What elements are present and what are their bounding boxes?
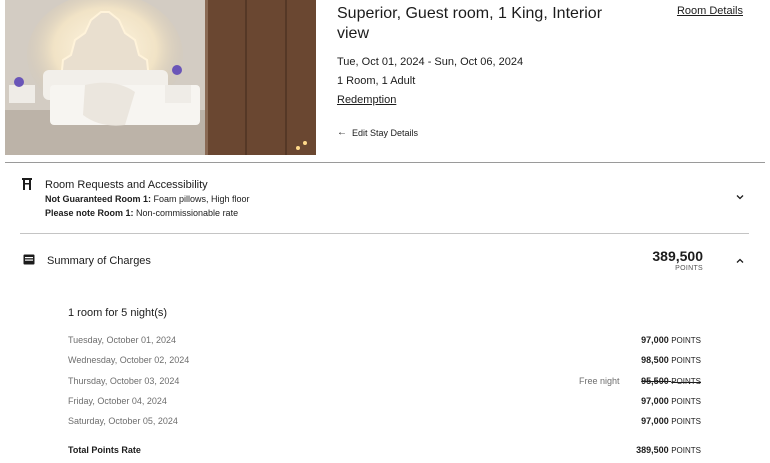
total-points: 389,500 xyxy=(652,248,703,264)
night-date: Thursday, October 03, 2024 xyxy=(68,376,180,386)
receipt-icon xyxy=(23,254,35,265)
night-points-value: 98,500 xyxy=(641,355,669,365)
night-points: 97,000 POINTS xyxy=(641,396,701,406)
night-points: 97,000 POINTS xyxy=(641,416,701,426)
night-points-unit: POINTS xyxy=(671,336,701,345)
night-points-value: 97,000 xyxy=(641,396,669,406)
total-points-rate-row: Total Points Rate 389,500 POINTS xyxy=(68,445,701,459)
edit-stay-details-link[interactable]: ← Edit Stay Details xyxy=(337,127,418,138)
night-row: Saturday, October 05, 2024 97,000 POINTS xyxy=(68,416,701,430)
night-points-unit: POINTS xyxy=(671,417,701,426)
room-details-link[interactable]: Room Details xyxy=(677,5,743,17)
free-night-note: Free night xyxy=(579,376,620,386)
night-date: Wednesday, October 02, 2024 xyxy=(68,355,190,365)
total-points-rate-unit: POINTS xyxy=(671,446,701,455)
room-summary-header: Superior, Guest room, 1 King, Interior v… xyxy=(0,0,770,162)
night-points-unit: POINTS xyxy=(671,397,701,406)
night-points-value: 97,000 xyxy=(641,416,669,426)
arrow-left-icon: ← xyxy=(337,127,347,138)
total-points-rate: 389,500 POINTS xyxy=(636,445,701,455)
night-points-unit: POINTS xyxy=(671,356,701,365)
not-guaranteed-value: Foam pillows, High floor xyxy=(151,194,250,204)
chevron-up-icon[interactable] xyxy=(735,256,745,266)
night-date: Tuesday, October 01, 2024 xyxy=(68,335,177,345)
accessibility-icon xyxy=(22,178,32,190)
not-guaranteed-label: Not Guaranteed Room 1: xyxy=(45,194,152,204)
room-requests-section[interactable]: Room Requests and Accessibility Not Guar… xyxy=(20,170,749,232)
rate-type-link[interactable]: Redemption xyxy=(337,94,396,106)
stay-dates: Tue, Oct 01, 2024 - Sun, Oct 06, 2024 xyxy=(337,56,524,68)
total-points-unit: POINTS xyxy=(675,265,703,272)
total-points-rate-value: 389,500 xyxy=(636,445,669,455)
room-guest-count: 1 Room, 1 Adult xyxy=(337,75,416,87)
room-photo xyxy=(5,0,316,155)
night-row: Friday, October 04, 2024 97,000 POINTS xyxy=(68,396,701,410)
night-row: Wednesday, October 02, 2024 98,500 POINT… xyxy=(68,355,701,369)
edit-stay-label: Edit Stay Details xyxy=(352,127,419,138)
night-points-value: 97,000 xyxy=(641,335,669,345)
room-note-line: Please note Room 1: Non-commissionable r… xyxy=(45,208,238,218)
room-note-value: Non-commissionable rate xyxy=(133,208,239,218)
room-note-label: Please note Room 1: xyxy=(45,208,134,218)
total-points-rate-label: Total Points Rate xyxy=(68,445,141,455)
room-photo-illustration xyxy=(5,0,316,155)
section-divider xyxy=(20,233,749,234)
night-row: Tuesday, October 01, 2024 97,000 POINTS xyxy=(68,335,701,349)
night-points-unit: POINTS xyxy=(671,377,701,386)
night-points: 98,500 POINTS xyxy=(641,355,701,365)
summary-of-charges-section[interactable]: Summary of Charges 389,500 POINTS xyxy=(20,240,749,290)
chevron-down-icon[interactable] xyxy=(735,192,745,202)
section-divider xyxy=(5,162,765,163)
room-title: Superior, Guest room, 1 King, Interior v… xyxy=(337,5,603,42)
nights-summary-title: 1 room for 5 night(s) xyxy=(68,307,168,319)
night-points: 97,000 POINTS xyxy=(641,335,701,345)
summary-heading: Summary of Charges xyxy=(47,255,151,267)
room-requests-heading: Room Requests and Accessibility xyxy=(45,179,208,191)
room-requests-line: Not Guaranteed Room 1: Foam pillows, Hig… xyxy=(45,194,250,204)
night-row: Thursday, October 03, 2024 Free night 95… xyxy=(68,376,701,390)
night-points-value: 95,500 xyxy=(641,376,669,386)
night-date: Saturday, October 05, 2024 xyxy=(68,416,178,426)
night-points: 95,500 POINTS xyxy=(641,376,701,386)
night-date: Friday, October 04, 2024 xyxy=(68,396,167,406)
